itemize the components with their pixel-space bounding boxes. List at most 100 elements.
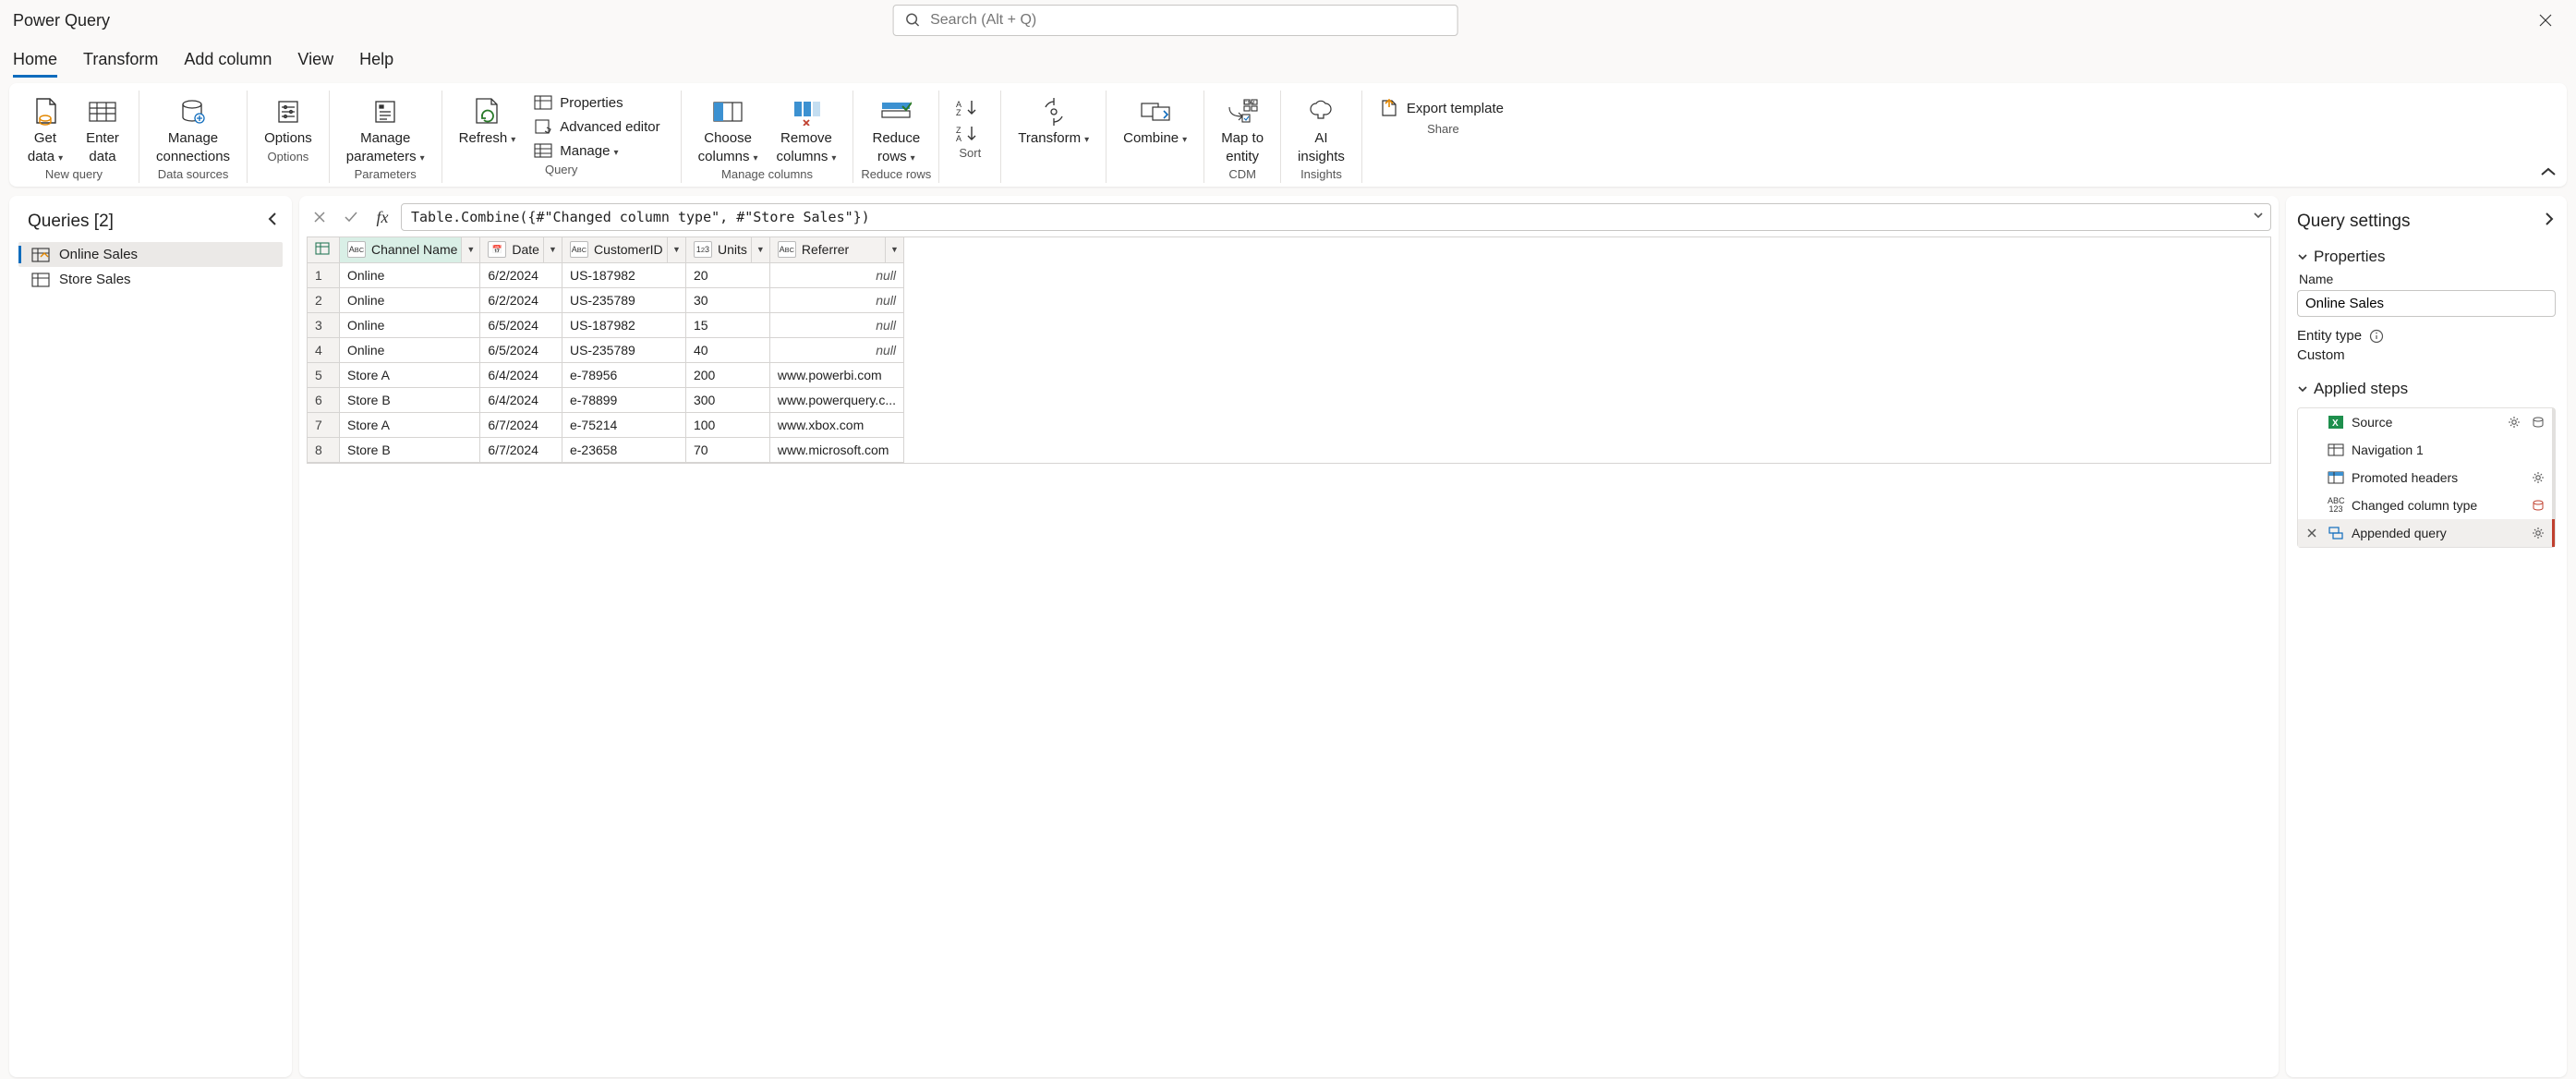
applied-steps-toggle[interactable]: Applied steps — [2297, 380, 2556, 398]
query-item-online-sales[interactable]: Online Sales — [18, 242, 283, 267]
remove-step-button[interactable] — [2304, 525, 2320, 541]
map-to-entity-button[interactable]: CDM Map to entity — [1212, 91, 1273, 165]
refresh-button[interactable]: Refresh — [450, 91, 526, 148]
export-template-button[interactable]: Export template — [1373, 96, 1509, 120]
cell-date[interactable]: 6/4/2024 — [480, 362, 562, 387]
search-input[interactable] — [930, 12, 1445, 29]
options-button[interactable]: Options — [255, 91, 321, 148]
manage-button[interactable]: Manage — [528, 140, 665, 161]
formula-input[interactable]: Table.Combine({#"Changed column type", #… — [401, 203, 2271, 231]
tab-view[interactable]: View — [297, 44, 333, 78]
cell-units[interactable]: 30 — [685, 287, 769, 312]
cell-date[interactable]: 6/7/2024 — [480, 412, 562, 437]
col-header-customer-id[interactable]: ABC CustomerID ▼ — [562, 237, 685, 262]
advanced-editor-button[interactable]: Advanced editor — [528, 116, 665, 137]
cell-units[interactable]: 200 — [685, 362, 769, 387]
cell-date[interactable]: 6/5/2024 — [480, 337, 562, 362]
cell-date[interactable]: 6/7/2024 — [480, 437, 562, 462]
cell-channel[interactable]: Store B — [340, 437, 480, 462]
col-header-date[interactable]: 📅 Date ▼ — [480, 237, 562, 262]
tab-transform[interactable]: Transform — [83, 44, 158, 78]
cell-referrer[interactable]: null — [769, 262, 903, 287]
col-header-referrer[interactable]: ABC Referrer ▼ — [769, 237, 903, 262]
commit-formula-button[interactable] — [338, 204, 364, 230]
cell-referrer[interactable]: null — [769, 312, 903, 337]
filter-button[interactable]: ▼ — [885, 237, 903, 262]
cancel-formula-button[interactable] — [307, 204, 333, 230]
cell-date[interactable]: 6/5/2024 — [480, 312, 562, 337]
cell-customer-id[interactable]: US-235789 — [562, 287, 685, 312]
cell-channel[interactable]: Online — [340, 337, 480, 362]
tab-home[interactable]: Home — [13, 44, 57, 78]
data-source-icon[interactable] — [2530, 414, 2546, 430]
table-row[interactable]: 2Online6/2/2024US-23578930null — [308, 287, 904, 312]
cell-customer-id[interactable]: US-187982 — [562, 312, 685, 337]
properties-button[interactable]: Properties — [528, 92, 665, 113]
fx-button[interactable]: fx — [369, 204, 395, 230]
cell-units[interactable]: 300 — [685, 387, 769, 412]
expand-formula-button[interactable] — [2252, 209, 2265, 225]
cell-customer-id[interactable]: US-235789 — [562, 337, 685, 362]
expand-settings-button[interactable] — [2543, 211, 2556, 233]
step-settings-button[interactable] — [2530, 525, 2546, 541]
cell-date[interactable]: 6/2/2024 — [480, 262, 562, 287]
table-row[interactable]: 6Store B6/4/2024e-78899300www.powerquery… — [308, 387, 904, 412]
manage-parameters-button[interactable]: Manage parameters — [337, 91, 434, 165]
cell-referrer[interactable]: null — [769, 287, 903, 312]
tab-help[interactable]: Help — [359, 44, 393, 78]
query-name-input[interactable] — [2297, 290, 2556, 317]
combine-button[interactable]: Combine — [1114, 91, 1196, 148]
collapse-queries-button[interactable] — [266, 211, 279, 233]
remove-columns-button[interactable]: Remove columns — [768, 91, 846, 165]
step-source[interactable]: X Source — [2298, 408, 2555, 436]
cell-customer-id[interactable]: e-78956 — [562, 362, 685, 387]
table-row[interactable]: 1Online6/2/2024US-18798220null — [308, 262, 904, 287]
table-row[interactable]: 5Store A6/4/2024e-78956200www.powerbi.co… — [308, 362, 904, 387]
col-header-units[interactable]: 123 Units ▼ — [685, 237, 769, 262]
filter-button[interactable]: ▼ — [751, 237, 769, 262]
cell-date[interactable]: 6/2/2024 — [480, 287, 562, 312]
step-promoted-headers[interactable]: Promoted headers — [2298, 464, 2555, 491]
cell-referrer[interactable]: www.microsoft.com — [769, 437, 903, 462]
query-item-store-sales[interactable]: Store Sales — [18, 267, 283, 292]
enter-data-button[interactable]: Enter data — [74, 91, 131, 165]
table-row[interactable]: 3Online6/5/2024US-18798215null — [308, 312, 904, 337]
table-row[interactable]: 8Store B6/7/2024e-2365870www.microsoft.c… — [308, 437, 904, 462]
choose-columns-button[interactable]: Choose columns — [689, 91, 768, 165]
cell-units[interactable]: 100 — [685, 412, 769, 437]
cell-referrer[interactable]: null — [769, 337, 903, 362]
table-row[interactable]: 4Online6/5/2024US-23578940null — [308, 337, 904, 362]
cell-customer-id[interactable]: e-78899 — [562, 387, 685, 412]
sort-desc-button[interactable]: ZA — [950, 122, 986, 144]
cell-referrer[interactable]: www.xbox.com — [769, 412, 903, 437]
cell-referrer[interactable]: www.powerbi.com — [769, 362, 903, 387]
manage-connections-button[interactable]: Manage connections — [147, 91, 239, 165]
cell-channel[interactable]: Online — [340, 287, 480, 312]
cell-channel[interactable]: Store B — [340, 387, 480, 412]
transform-button[interactable]: Transform — [1009, 91, 1098, 148]
cell-channel[interactable]: Online — [340, 262, 480, 287]
cell-channel[interactable]: Store A — [340, 412, 480, 437]
step-changed-column-type[interactable]: ABC123 Changed column type — [2298, 491, 2555, 519]
table-corner-button[interactable] — [308, 237, 340, 262]
cell-date[interactable]: 6/4/2024 — [480, 387, 562, 412]
data-table[interactable]: ABC Channel Name ▼ 📅 Date ▼ ABC Customer… — [307, 236, 2271, 464]
filter-button[interactable]: ▼ — [461, 237, 479, 262]
cell-units[interactable]: 40 — [685, 337, 769, 362]
get-data-button[interactable]: Get data — [17, 91, 74, 165]
col-header-channel-name[interactable]: ABC Channel Name ▼ — [340, 237, 480, 262]
cell-referrer[interactable]: www.powerquery.c... — [769, 387, 903, 412]
sort-asc-button[interactable]: AZ — [950, 96, 986, 118]
cell-units[interactable]: 70 — [685, 437, 769, 462]
ai-insights-button[interactable]: AI insights — [1288, 91, 1354, 165]
properties-section-toggle[interactable]: Properties — [2297, 248, 2556, 266]
cell-channel[interactable]: Online — [340, 312, 480, 337]
filter-button[interactable]: ▼ — [543, 237, 562, 262]
delete-step-button[interactable] — [2530, 497, 2546, 514]
collapse-ribbon-button[interactable] — [2539, 165, 2558, 181]
step-appended-query[interactable]: Appended query — [2298, 519, 2555, 547]
cell-customer-id[interactable]: e-75214 — [562, 412, 685, 437]
cell-customer-id[interactable]: US-187982 — [562, 262, 685, 287]
global-search[interactable] — [892, 5, 1457, 36]
cell-customer-id[interactable]: e-23658 — [562, 437, 685, 462]
